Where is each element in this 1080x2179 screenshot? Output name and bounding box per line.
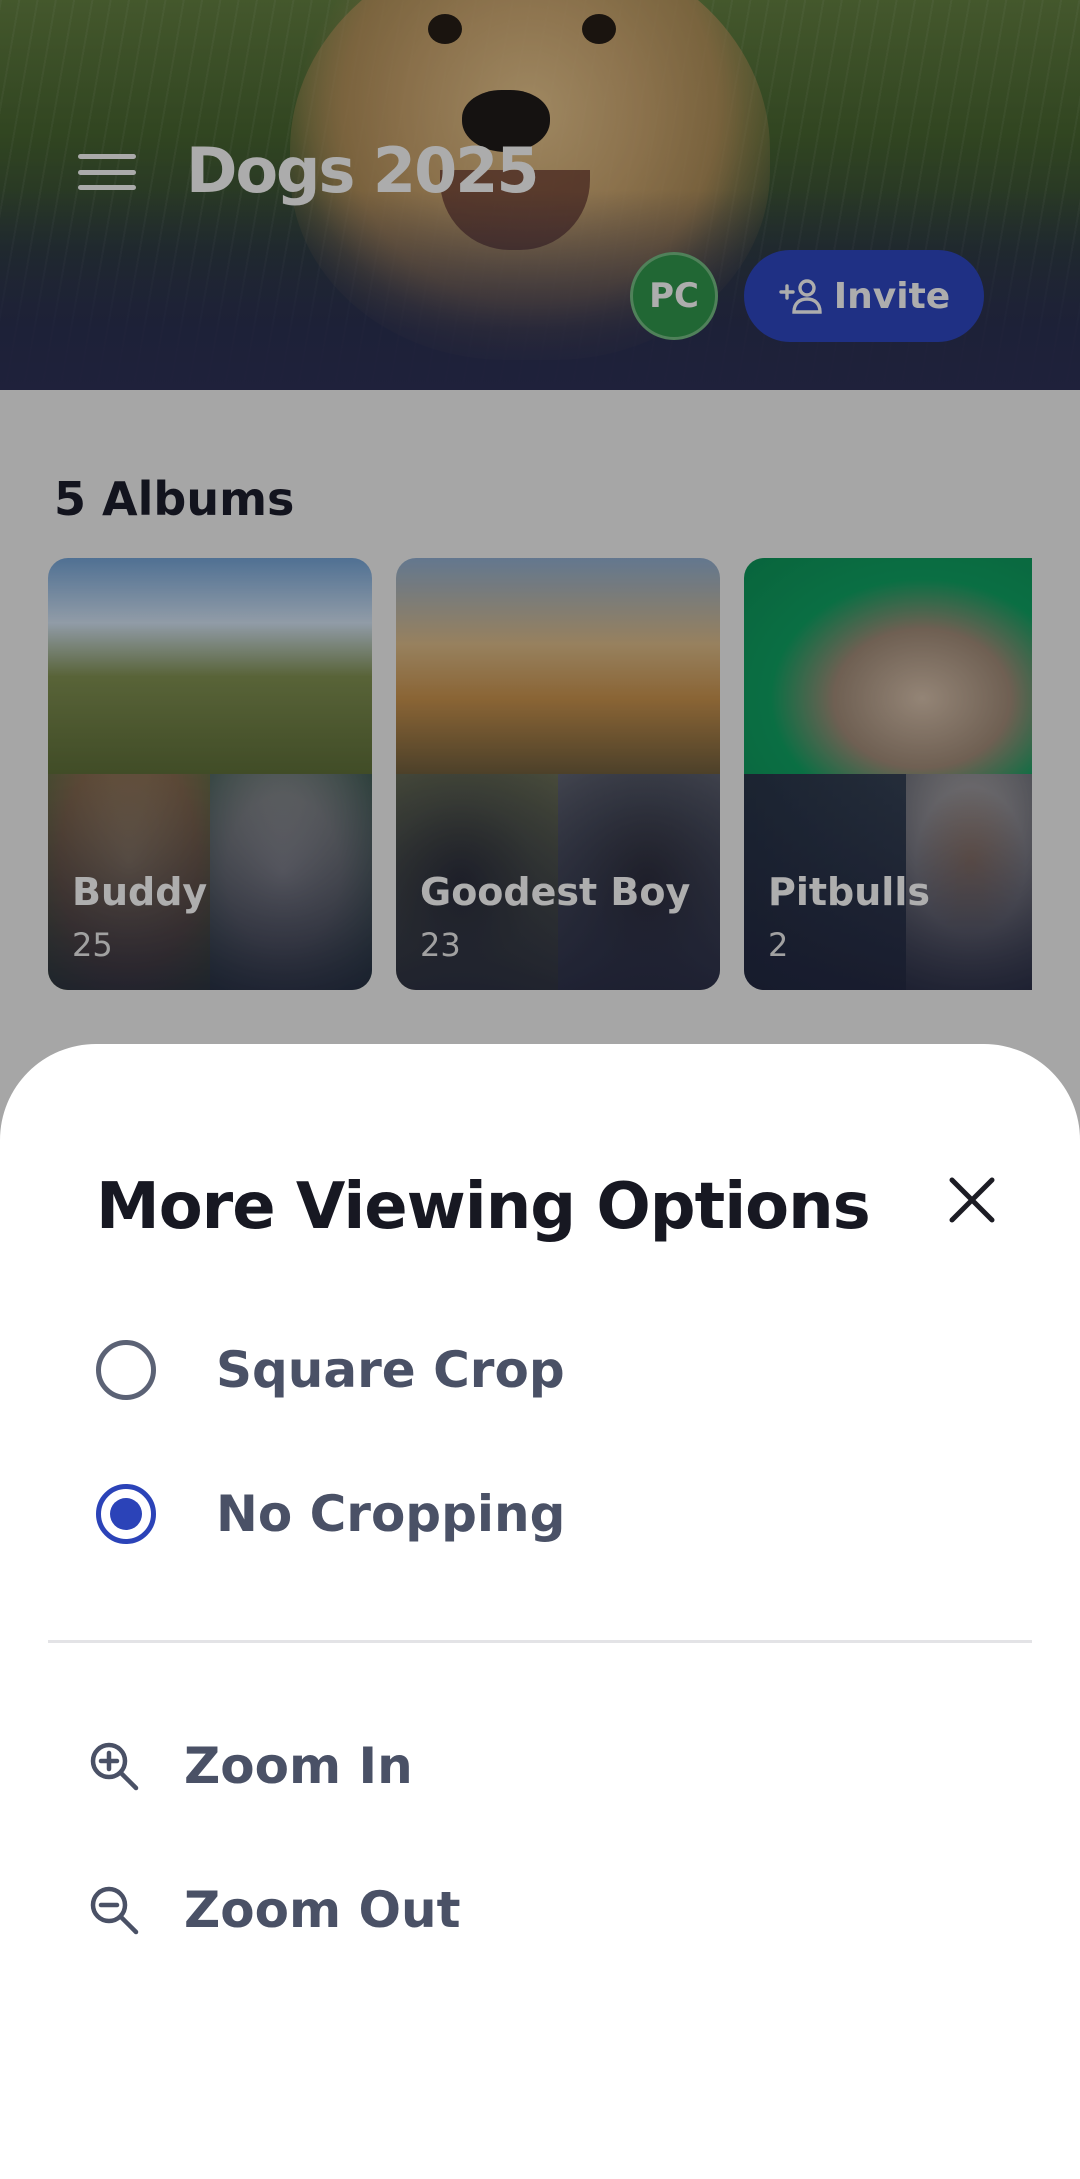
option-label: Square Crop — [216, 1341, 565, 1399]
divider — [48, 1640, 1032, 1643]
close-icon[interactable] — [944, 1172, 1000, 1228]
radio-button-selected[interactable] — [96, 1484, 156, 1544]
zoom-in-label: Zoom In — [184, 1737, 413, 1795]
radio-dot — [110, 1498, 142, 1530]
sheet-title: More Viewing Options — [96, 1170, 871, 1244]
option-label: No Cropping — [216, 1485, 566, 1543]
zoom-out-button[interactable]: Zoom Out — [86, 1870, 966, 1950]
option-no-cropping[interactable]: No Cropping — [96, 1474, 976, 1554]
zoom-in-icon — [90, 1742, 139, 1791]
viewing-options-sheet: More Viewing Options Square Crop No Crop… — [0, 1044, 1080, 2179]
zoom-out-label: Zoom Out — [184, 1881, 461, 1939]
radio-button-unselected[interactable] — [96, 1340, 156, 1400]
option-square-crop[interactable]: Square Crop — [96, 1330, 976, 1410]
zoom-in-button[interactable]: Zoom In — [86, 1726, 966, 1806]
zoom-out-icon — [90, 1886, 139, 1935]
